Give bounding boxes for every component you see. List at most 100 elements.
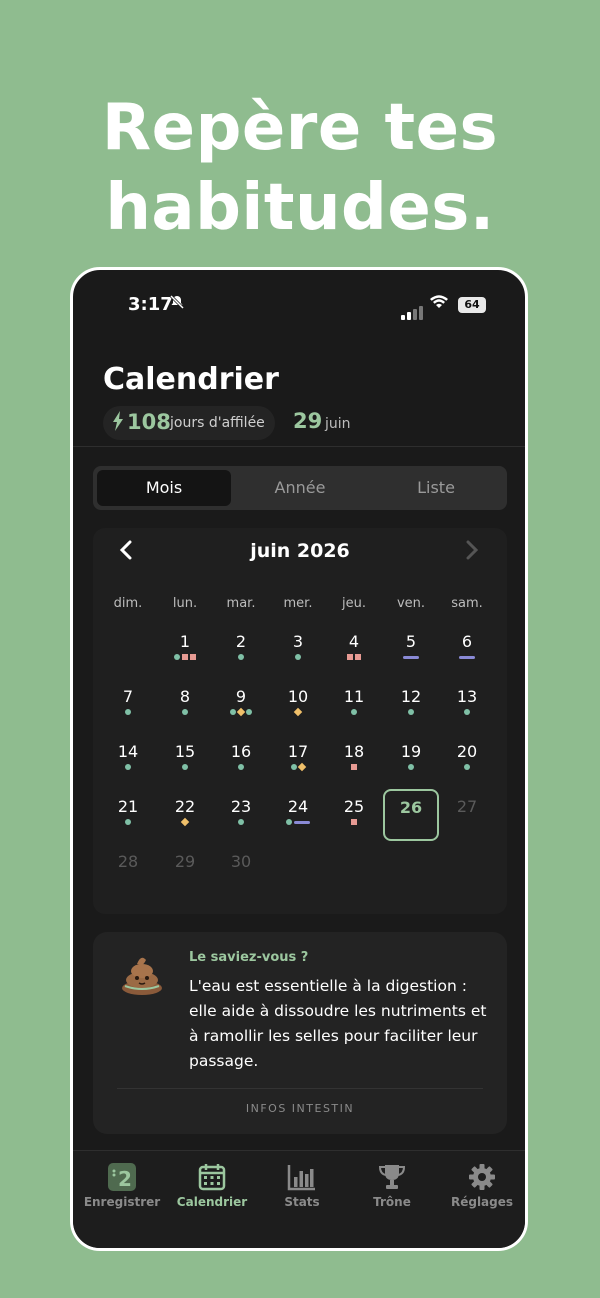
tab-calendar-label: Calendrier [176, 1195, 248, 1209]
dot-marker [230, 709, 236, 715]
weekday-label: dim. [113, 596, 143, 611]
calendar-day[interactable]: 8 [157, 687, 213, 717]
day-markers [213, 762, 269, 772]
page-title: Calendrier [103, 362, 279, 397]
calendar-day[interactable]: 2 [213, 632, 269, 662]
calendar-day[interactable]: 27 [439, 797, 495, 827]
dot-marker [295, 654, 301, 660]
calendar-day[interactable]: 9 [213, 687, 269, 717]
current-date-day: 29 [293, 409, 323, 433]
headline-line-2: habitudes. [105, 171, 495, 245]
calendar-day-number: 27 [456, 797, 478, 816]
calendar-day[interactable]: 23 [213, 797, 269, 827]
weekday-label: sam. [451, 596, 483, 611]
calendar-icon [167, 1163, 257, 1191]
calendar-day[interactable]: 16 [213, 742, 269, 772]
calendar-day-number: 10 [287, 687, 309, 706]
calendar-day[interactable]: 13 [439, 687, 495, 717]
tab-stats[interactable]: Stats [257, 1163, 347, 1209]
calendar-day[interactable]: 7 [100, 687, 156, 717]
calendar-day[interactable]: 30 [213, 852, 269, 882]
calendar-day[interactable]: 19 [383, 742, 439, 772]
dot-marker [182, 709, 188, 715]
calendar-day-number: 5 [405, 632, 417, 651]
day-markers [100, 817, 156, 827]
dot-marker [464, 764, 470, 770]
day-markers [100, 707, 156, 717]
calendar-day[interactable]: 1 [157, 632, 213, 662]
calendar-day-number: 9 [235, 687, 247, 706]
calendar-day-number: 12 [400, 687, 422, 706]
gear-icon [437, 1163, 525, 1191]
tip-title: Le saviez-vous ? [189, 950, 309, 965]
calendar-day[interactable]: 10 [270, 687, 326, 717]
segment-list[interactable]: Liste [369, 470, 503, 506]
calendar-day-number: 13 [456, 687, 478, 706]
calendar-day[interactable]: 14 [100, 742, 156, 772]
calendar-day[interactable]: 6 [439, 632, 495, 662]
silent-bell-icon [169, 294, 185, 314]
tab-bar: 2 Enregistrer Calendrier Stats Trône Rég… [73, 1150, 525, 1248]
view-segmented-control: Mois Année Liste [93, 466, 507, 510]
lightning-icon [113, 411, 123, 436]
segment-year[interactable]: Année [233, 470, 367, 506]
tip-divider [117, 1088, 483, 1089]
calendar-day[interactable]: 29 [157, 852, 213, 882]
day-markers [157, 762, 213, 772]
stats-icon [257, 1163, 347, 1191]
calendar-day-today[interactable]: 26 [383, 789, 439, 841]
day-markers [439, 762, 495, 772]
calendar-day-number: 6 [461, 632, 473, 651]
day-markers [383, 707, 439, 717]
dot-marker [464, 709, 470, 715]
streak-badge: 108 jours d'affilée [103, 406, 275, 440]
calendar-day[interactable]: 20 [439, 742, 495, 772]
tab-throne-label: Trône [373, 1195, 411, 1209]
calendar-day-number: 18 [343, 742, 365, 761]
headline: Repère tes habitudes. [0, 88, 600, 248]
day-markers [157, 817, 213, 827]
gut-info-link[interactable]: INFOS INTESTIN [93, 1102, 507, 1115]
calendar-day[interactable]: 21 [100, 797, 156, 827]
calendar-day-number: 7 [122, 687, 134, 706]
dot-marker [182, 764, 188, 770]
tab-log[interactable]: 2 Enregistrer [77, 1163, 167, 1209]
tab-calendar[interactable]: Calendrier [167, 1163, 257, 1209]
calendar-day[interactable]: 25 [326, 797, 382, 827]
calendar-day[interactable]: 28 [100, 852, 156, 882]
day-markers [100, 872, 156, 882]
calendar-day[interactable]: 15 [157, 742, 213, 772]
square-marker [355, 654, 361, 660]
calendar-month-label: juin 2026 [250, 540, 350, 562]
weekday-label: lun. [172, 596, 198, 611]
diamond-marker [180, 817, 190, 827]
bar-marker [294, 820, 310, 824]
calendar-day-number: 19 [400, 742, 422, 761]
segment-month[interactable]: Mois [97, 470, 231, 506]
calendar-day[interactable]: 11 [326, 687, 382, 717]
battery-icon: 64 [458, 297, 486, 313]
day-markers [100, 762, 156, 772]
calendar-day[interactable]: 24 [270, 797, 326, 827]
calendar-day[interactable]: 17 [270, 742, 326, 772]
chevron-right-icon[interactable] [465, 538, 479, 566]
calendar-day[interactable]: 5 [383, 632, 439, 662]
wifi-icon [429, 294, 449, 314]
calendar-day[interactable]: 4 [326, 632, 382, 662]
dot-marker [246, 709, 252, 715]
tab-throne[interactable]: Trône [347, 1163, 437, 1209]
day-markers [213, 707, 269, 717]
diamond-marker [236, 707, 246, 717]
tab-settings[interactable]: Réglages [437, 1163, 525, 1209]
calendar-day[interactable]: 18 [326, 742, 382, 772]
calendar-day-number: 20 [456, 742, 478, 761]
calendar-day[interactable]: 22 [157, 797, 213, 827]
calendar-day-number: 23 [230, 797, 252, 816]
dot-marker [125, 764, 131, 770]
calendar-day[interactable]: 12 [383, 687, 439, 717]
trophy-icon [347, 1163, 437, 1191]
calendar-day[interactable]: 3 [270, 632, 326, 662]
day-markers [439, 817, 495, 827]
signal-icon [401, 299, 425, 320]
calendar-day-number: 30 [230, 852, 252, 871]
